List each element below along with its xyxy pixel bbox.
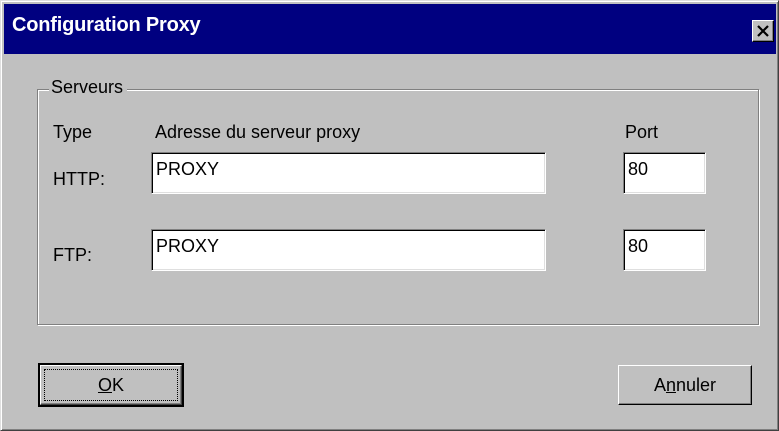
servers-group-legend: Serveurs — [49, 77, 128, 98]
row-label-ftp: FTP: — [53, 245, 92, 265]
window-title: Configuration Proxy — [12, 14, 201, 36]
cancel-button-label: Annuler — [653, 375, 717, 395]
title-bar[interactable]: Configuration Proxy — [4, 4, 776, 54]
cancel-button[interactable]: Annuler — [618, 365, 752, 405]
proxy-config-dialog: Configuration Proxy Serveurs Type Adress… — [0, 0, 779, 431]
ftp-proxy-port-input[interactable]: 80 — [623, 229, 706, 271]
column-header-port: Port — [625, 122, 659, 142]
column-header-type: Type — [53, 122, 93, 142]
ok-button[interactable]: OK — [38, 363, 184, 407]
http-proxy-address-input[interactable]: PROXY — [151, 152, 546, 194]
ok-button-label: OK — [97, 375, 125, 395]
close-icon — [757, 25, 769, 37]
column-header-address: Adresse du serveur proxy — [155, 122, 361, 142]
ftp-proxy-address-input[interactable]: PROXY — [151, 229, 546, 271]
close-button[interactable] — [752, 20, 774, 42]
row-label-http: HTTP: — [53, 169, 105, 189]
http-proxy-port-input[interactable]: 80 — [623, 152, 706, 194]
